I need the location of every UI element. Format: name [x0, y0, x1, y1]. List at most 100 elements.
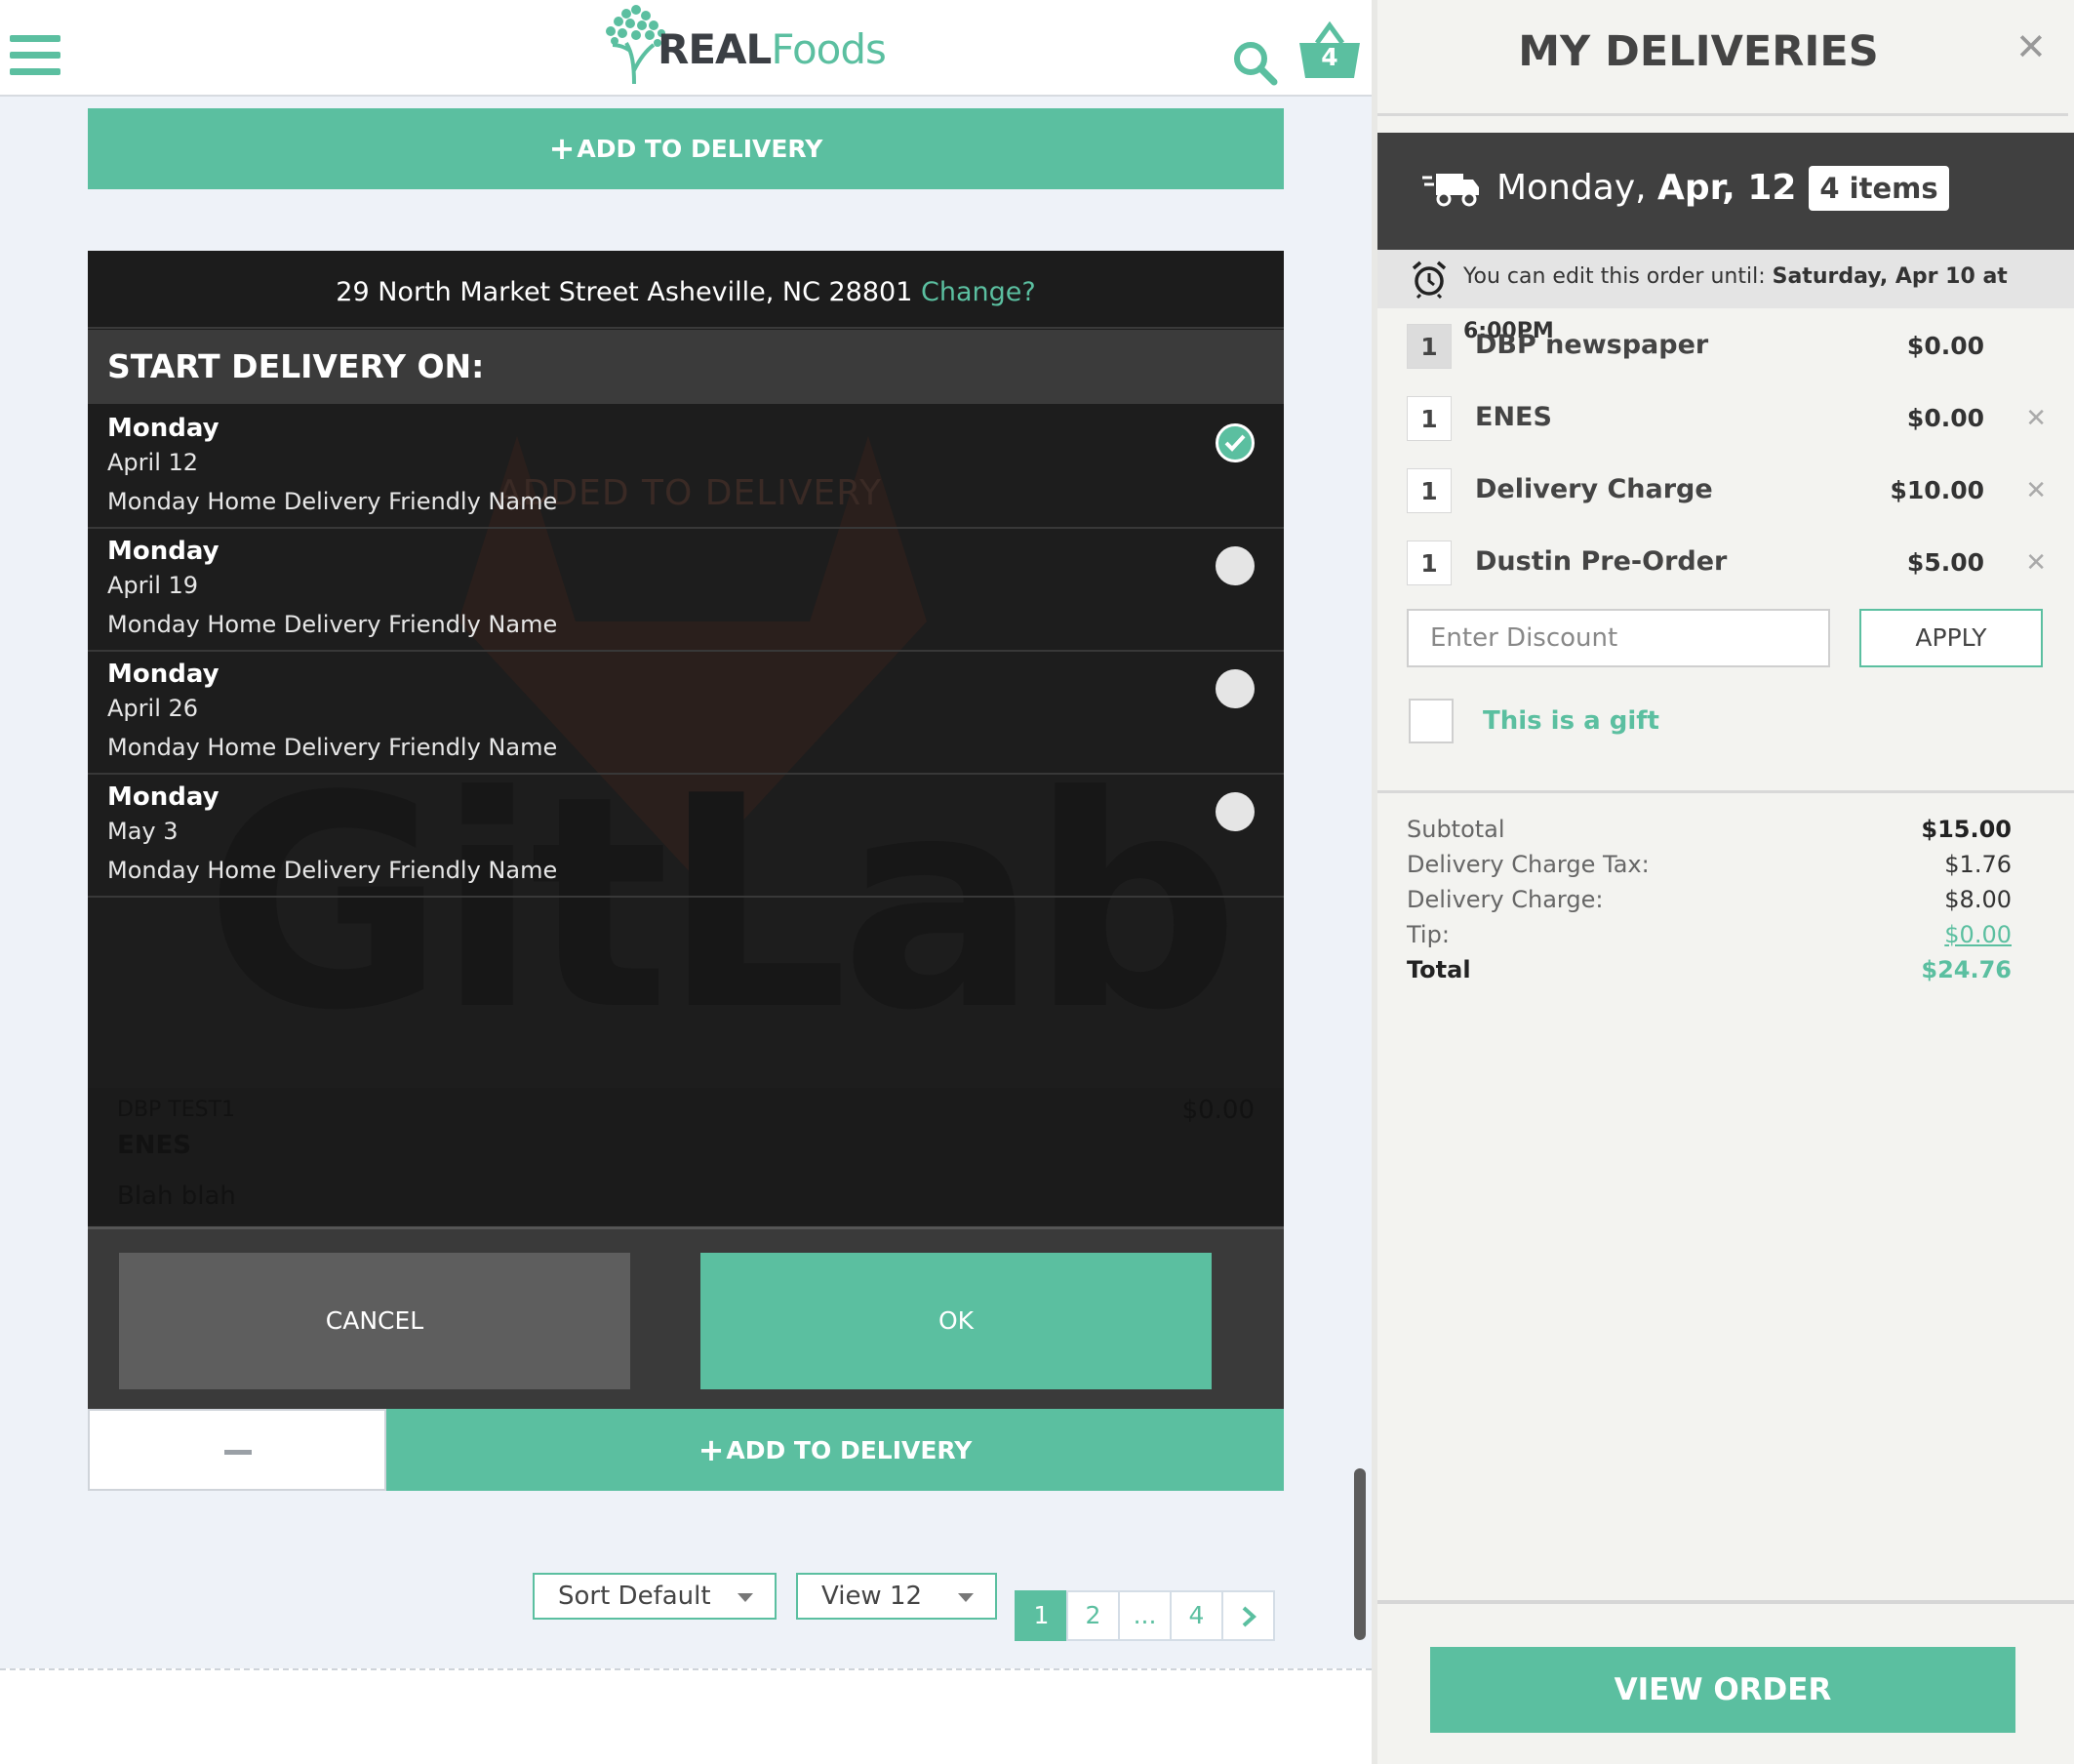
edit-note-text: You can edit this order until: [1463, 264, 1766, 289]
delivery-charge-row: Delivery Charge: $8.00 [1407, 886, 2012, 919]
total-label: Total [1407, 956, 1471, 983]
delivery-day: Monday, [1496, 168, 1647, 208]
close-icon[interactable]: ✕ [2015, 25, 2047, 68]
radio-button[interactable] [1216, 546, 1255, 585]
item-name: Delivery Charge [1475, 474, 1713, 504]
subtotal-label: Subtotal [1407, 816, 1505, 843]
date-friendly-name: Monday Home Delivery Friendly Name [107, 857, 558, 884]
my-deliveries-panel: MY DELIVERIES ✕ Monday, Apr, 12 4 items … [1372, 0, 2074, 1764]
tax-label: Delivery Charge Tax: [1407, 851, 1650, 878]
delivery-header: Monday, Apr, 12 4 items [1377, 133, 2074, 250]
cancel-button[interactable]: CANCEL [119, 1253, 630, 1389]
remove-item-icon[interactable]: ✕ [2025, 476, 2047, 505]
date-date: April 26 [107, 695, 199, 722]
cart-count-badge: 4 [1321, 43, 1338, 71]
basket-icon[interactable]: 4 [1297, 20, 1362, 82]
edit-deadline-note: You can edit this order until: Saturday,… [1377, 250, 2074, 343]
radio-button[interactable] [1216, 792, 1255, 831]
item-name: Dustin Pre-Order [1475, 546, 1728, 577]
item-qty[interactable]: 1 [1407, 541, 1452, 585]
ghost-price: $0.00 [1181, 1096, 1255, 1125]
date-date: April 19 [107, 572, 199, 599]
date-day: Monday [107, 414, 219, 443]
page-link-2[interactable]: 2 [1066, 1590, 1120, 1641]
sort-select[interactable]: Sort Default [533, 1573, 777, 1620]
subtotal-value: $15.00 [1921, 816, 2012, 843]
delivery-date-option[interactable]: Monday April 19 Monday Home Delivery Fri… [88, 529, 1284, 652]
item-price: $0.00 [1906, 404, 1984, 432]
cart-item: 1 ENES $0.00 ✕ [1407, 392, 2062, 441]
radio-button[interactable] [1216, 669, 1255, 708]
add-to-delivery-button-top[interactable]: +ADD TO DELIVERY [88, 108, 1284, 189]
add-to-delivery-label: ADD TO DELIVERY [577, 135, 823, 163]
view-count-select[interactable]: View 12 [796, 1573, 997, 1620]
radio-selected-check-icon[interactable] [1216, 423, 1255, 462]
date-day: Monday [107, 660, 219, 689]
delivery-charge-label: Delivery Charge: [1407, 886, 1604, 913]
date-friendly-name: Monday Home Delivery Friendly Name [107, 734, 558, 761]
ghost-name: ENES [117, 1131, 192, 1160]
item-qty[interactable]: 1 [1407, 468, 1452, 513]
item-qty[interactable]: 1 [1407, 324, 1452, 369]
page-ellipsis[interactable]: ... [1118, 1590, 1172, 1641]
tax-row: Delivery Charge Tax: $1.76 [1407, 851, 2012, 884]
tip-link[interactable]: $0.00 [1944, 921, 2012, 948]
item-qty[interactable]: 1 [1407, 396, 1452, 441]
remove-item-icon[interactable]: ✕ [2025, 404, 2047, 433]
next-page-chevron-icon[interactable] [1221, 1590, 1275, 1641]
add-to-delivery-button-bottom[interactable]: +ADD TO DELIVERY [386, 1409, 1284, 1491]
date-date: April 12 [107, 449, 199, 476]
date-friendly-name: Monday Home Delivery Friendly Name [107, 611, 558, 638]
search-icon[interactable] [1231, 39, 1280, 88]
plus-icon: + [548, 130, 576, 167]
items-count-badge: 4 items [1809, 166, 1949, 211]
panel-title: MY DELIVERIES [1518, 27, 1879, 76]
tax-value: $1.76 [1944, 851, 2012, 878]
ghost-description: Blah blah [117, 1182, 236, 1211]
realfoods-logo[interactable]: REALFoods [597, 2, 899, 86]
pagination: 1 2 ... 4 [1015, 1590, 1275, 1641]
alarm-clock-icon [1412, 261, 1447, 299]
date-day: Monday [107, 537, 219, 566]
page-scrollbar[interactable] [1354, 1468, 1366, 1640]
gift-checkbox[interactable] [1409, 699, 1454, 743]
apply-discount-button[interactable]: APPLY [1859, 609, 2043, 667]
discount-input[interactable] [1407, 609, 1830, 667]
cart-item: 1 Delivery Charge $10.00 ✕ [1407, 464, 2062, 513]
item-name: ENES [1475, 402, 1552, 432]
minus-icon[interactable] [224, 1450, 252, 1455]
remove-item-icon[interactable]: ✕ [2025, 548, 2047, 578]
item-name: DBP newspaper [1475, 330, 1709, 360]
menu-icon[interactable] [10, 35, 60, 78]
delivery-date-option[interactable]: Monday April 26 Monday Home Delivery Fri… [88, 652, 1284, 775]
plus-icon: + [698, 1431, 725, 1468]
start-delivery-heading: START DELIVERY ON: [88, 330, 1284, 404]
item-price: $5.00 [1906, 548, 1984, 577]
view-order-button[interactable]: VIEW ORDER [1430, 1647, 2015, 1733]
truck-icon [1422, 174, 1479, 207]
tip-row: Tip: $0.00 [1407, 921, 2012, 954]
delivery-date-option[interactable]: Monday April 12 Monday Home Delivery Fri… [88, 406, 1284, 529]
page-footer-divider [0, 1668, 1372, 1764]
ok-button[interactable]: OK [700, 1253, 1212, 1389]
page-link-1[interactable]: 1 [1015, 1590, 1068, 1641]
add-to-delivery-label: ADD TO DELIVERY [726, 1436, 973, 1464]
page-link-4[interactable]: 4 [1170, 1590, 1223, 1641]
cart-item: 1 Dustin Pre-Order $5.00 ✕ [1407, 537, 2062, 585]
divider [1377, 1600, 2074, 1604]
item-price: $10.00 [1890, 476, 1984, 504]
total-row: Total $24.76 [1407, 956, 2012, 989]
item-price: $0.00 [1906, 332, 1984, 360]
change-address-link[interactable]: Change? [921, 277, 1036, 307]
quantity-stepper[interactable] [88, 1409, 386, 1491]
date-friendly-name: Monday Home Delivery Friendly Name [107, 488, 558, 515]
date-date: May 3 [107, 818, 179, 845]
delivery-date-option[interactable]: Monday May 3 Monday Home Delivery Friend… [88, 775, 1284, 898]
logo-real-text: REAL [658, 25, 772, 73]
total-value: $24.76 [1921, 956, 2012, 983]
chevron-down-icon [958, 1593, 974, 1602]
gift-label[interactable]: This is a gift [1483, 706, 1659, 736]
delivery-date-value: Apr, 12 [1657, 168, 1797, 208]
subtotal-row: Subtotal $15.00 [1407, 816, 2012, 849]
divider [1377, 790, 2074, 793]
